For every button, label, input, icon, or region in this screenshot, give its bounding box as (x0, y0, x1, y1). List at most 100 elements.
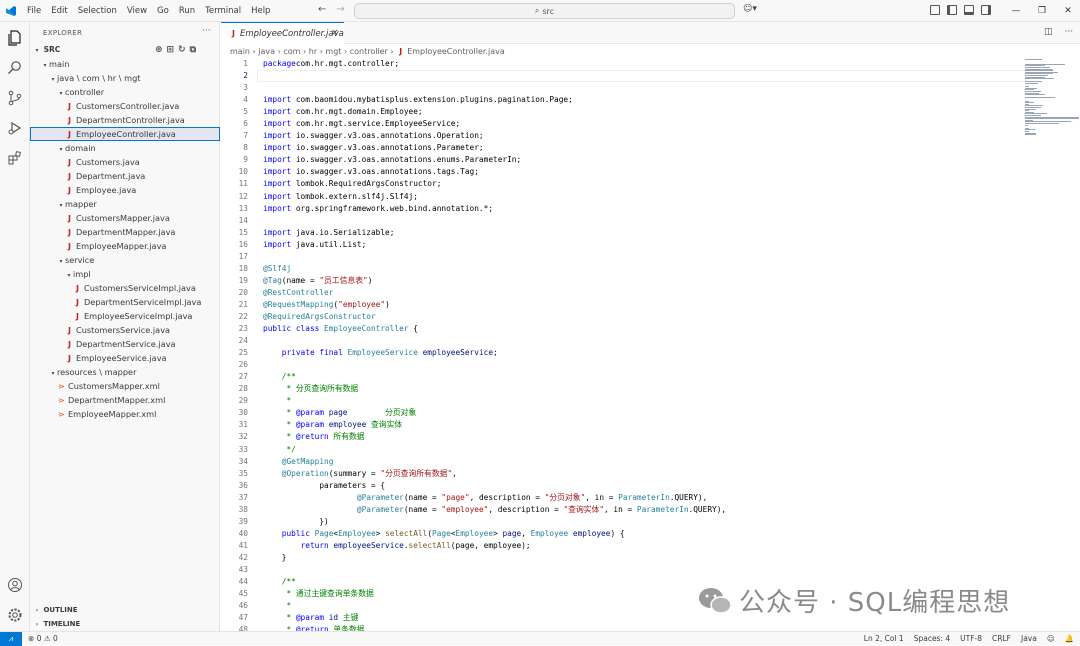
tree-folder[interactable]: ▾ controller (30, 85, 220, 99)
menu-item[interactable]: Run (174, 0, 200, 22)
code-token: @GetMapping (281, 456, 334, 466)
settings-gear-icon[interactable] (5, 605, 25, 625)
tree-folder[interactable]: ▾ resources \ mapper (30, 365, 220, 379)
close-icon[interactable]: ✕ (1055, 0, 1080, 22)
extensions-icon[interactable] (5, 148, 25, 168)
tree-item-label: service (65, 255, 95, 265)
search-sidebar-icon[interactable] (5, 58, 25, 78)
tab-close-icon[interactable]: × (331, 28, 339, 38)
tree-file[interactable]: J DepartmentServiceImpl.java (30, 295, 220, 309)
collapse-all-icon[interactable]: ⧉ (190, 43, 196, 57)
copilot-status-icon[interactable]: ☺ (1047, 632, 1055, 645)
restore-icon[interactable]: ❐ (1029, 0, 1055, 22)
tree-file[interactable]: J EmployeeService.java (30, 351, 220, 365)
tree-item-label: CustomersMapper.java (76, 213, 170, 223)
line-ending[interactable]: CRLF (992, 632, 1011, 645)
tree-folder[interactable]: ▾ java \ com \ hr \ mgt (30, 71, 220, 85)
code-token: java.util.List; (291, 239, 367, 249)
tree-file[interactable]: ⋗ CustomersMapper.xml (30, 379, 220, 393)
minimap-line (1025, 94, 1045, 96)
minimap[interactable] (1024, 59, 1080, 139)
split-editor-icon[interactable]: ◫ (1044, 27, 1053, 37)
menu-item[interactable]: View (122, 0, 152, 22)
menu-item[interactable]: Selection (73, 0, 122, 22)
toggle-sidebar-icon[interactable] (930, 5, 940, 15)
breadcrumb-item[interactable]: hr (309, 47, 317, 56)
tree-item-label: EmployeeMapper.xml (68, 409, 157, 419)
command-center-search[interactable]: ⌕ src (354, 3, 735, 19)
encoding[interactable]: UTF-8 (960, 632, 982, 645)
minimize-icon[interactable]: — (1003, 0, 1029, 22)
source-control-icon[interactable] (5, 88, 25, 108)
explorer-icon[interactable] (5, 28, 25, 48)
breadcrumb-item[interactable]: controller (350, 47, 388, 56)
tree-file[interactable]: J CustomersMapper.java (30, 211, 220, 225)
code-token: return (300, 540, 334, 550)
menu-item[interactable]: Go (152, 0, 174, 22)
menu-item[interactable]: Help (246, 0, 275, 22)
toggle-secondary-sidebar-icon[interactable] (981, 5, 991, 15)
tree-file[interactable]: J EmployeeServiceImpl.java (30, 309, 220, 323)
tree-file[interactable]: J EmployeeMapper.java (30, 239, 220, 253)
timeline-section[interactable]: › TIMELINE (30, 617, 220, 631)
new-file-icon[interactable]: ⊕ (155, 43, 163, 57)
notifications-icon[interactable]: 🔔 (1065, 632, 1074, 645)
line-number: 25 (238, 348, 248, 358)
warning-icon: ⚠ (43, 634, 51, 643)
tree-item-label: CustomersService.java (76, 325, 171, 335)
problems-indicator[interactable]: ⊗ 0 ⚠ 0 (28, 632, 58, 645)
editor-more-icon[interactable]: ··· (1065, 27, 1074, 37)
breadcrumb-item[interactable]: EmployeeController.java (407, 47, 505, 56)
tab-employee-controller[interactable]: J EmployeeController.java × (221, 22, 344, 44)
tree-file[interactable]: J Employee.java (30, 183, 220, 197)
tree-file[interactable]: ⋗ DepartmentMapper.xml (30, 393, 220, 407)
tree-file[interactable]: J Department.java (30, 169, 220, 183)
run-debug-icon[interactable] (5, 118, 25, 138)
tree-file[interactable]: J DepartmentMapper.java (30, 225, 220, 239)
tree-folder[interactable]: ▾ service (30, 253, 220, 267)
cursor-position[interactable]: Ln 2, Col 1 (864, 632, 904, 645)
code-text: @RestController (263, 287, 333, 299)
outline-section[interactable]: › OUTLINE (30, 603, 220, 617)
code-line: 4 import com.baomidou.mybatisplus.extensi… (221, 94, 1080, 106)
tree-folder[interactable]: ▾ impl (30, 267, 220, 281)
code-line: 15 import java.io.Serializable; (221, 227, 1080, 239)
toggle-panel-bottom-icon[interactable] (964, 5, 974, 15)
tree-file[interactable]: J CustomersService.java (30, 323, 220, 337)
tree-file[interactable]: J CustomersController.java (30, 99, 220, 113)
tree-folder[interactable]: ▾ domain (30, 141, 220, 155)
indentation[interactable]: Spaces: 4 (914, 632, 950, 645)
account-icon[interactable] (5, 575, 25, 595)
copilot-icon[interactable]: ☺▾ (743, 4, 757, 14)
code-token: @Parameter (356, 504, 404, 514)
more-actions-icon[interactable]: ··· (202, 26, 211, 36)
breadcrumb-item[interactable]: java (258, 47, 275, 56)
language-mode[interactable]: Java (1021, 632, 1037, 645)
tree-folder[interactable]: ▾ mapper (30, 197, 220, 211)
breadcrumb-item[interactable]: com (283, 47, 300, 56)
tree-file[interactable]: ⋗ EmployeeMapper.xml (30, 407, 220, 421)
line-number: 10 (238, 167, 248, 177)
breadcrumb-item[interactable]: main (230, 47, 250, 56)
tree-file[interactable]: J Customers.java (30, 155, 220, 169)
menu-item[interactable]: Edit (46, 0, 72, 22)
tree-file[interactable]: J DepartmentController.java (30, 113, 220, 127)
forward-icon[interactable]: → (336, 4, 344, 15)
menu-item[interactable]: File (22, 0, 46, 22)
tree-root[interactable]: ▾ SRC ⊕ ⊞ ↻ ⧉ (30, 43, 220, 57)
refresh-icon[interactable]: ↻ (178, 43, 186, 57)
back-icon[interactable]: ← (318, 4, 326, 15)
remote-icon[interactable]: ⩘ (0, 632, 22, 646)
tree-folder[interactable]: ▾ main (30, 57, 220, 71)
tree-item-label: domain (65, 143, 96, 153)
menu-item[interactable]: Terminal (200, 0, 246, 22)
tree-file[interactable]: J DepartmentService.java (30, 337, 220, 351)
line-number: 9 (243, 155, 248, 165)
toggle-panel-icon[interactable] (947, 5, 957, 15)
breadcrumb-item[interactable]: mgt (325, 47, 341, 56)
code-editor[interactable]: 1 packagecom.hr.mgt.controller; 2 3 4 import … (221, 58, 1080, 636)
java-file-icon: J (76, 312, 79, 321)
new-folder-icon[interactable]: ⊞ (167, 43, 175, 57)
tree-file[interactable]: J EmployeeController.java (30, 127, 220, 141)
tree-file[interactable]: J CustomersServiceImpl.java (30, 281, 220, 295)
